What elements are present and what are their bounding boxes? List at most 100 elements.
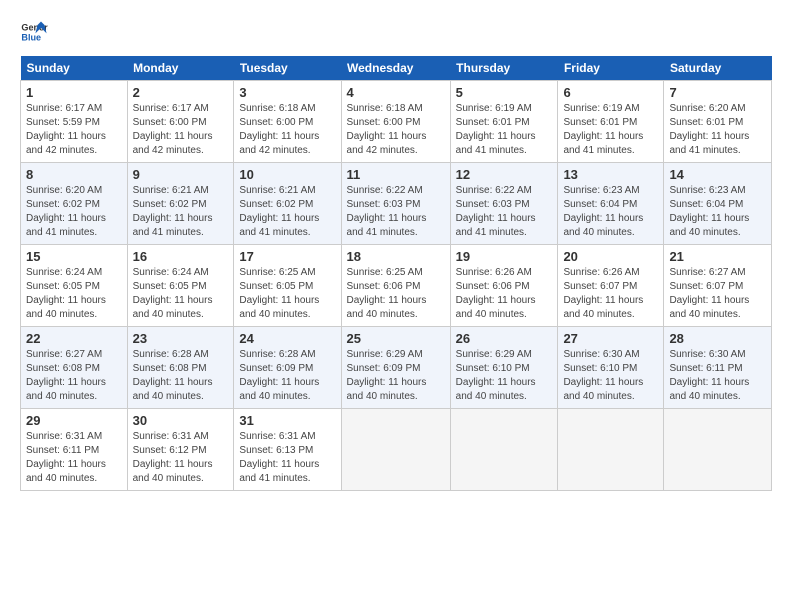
calendar-cell: 21 Sunrise: 6:27 AM Sunset: 6:07 PM Dayli… [664,245,772,327]
calendar-cell [341,409,450,491]
day-info: Sunrise: 6:21 AM Sunset: 6:02 PM Dayligh… [133,184,229,240]
calendar-cell: 16 Sunrise: 6:24 AM Sunset: 6:05 PM Dayli… [127,245,234,327]
day-number: 18 [347,249,445,264]
dow-monday: Monday [127,56,234,81]
day-info: Sunrise: 6:31 AM Sunset: 6:13 PM Dayligh… [239,430,335,486]
calendar-cell [558,409,664,491]
day-number: 11 [347,167,445,182]
day-number: 15 [26,249,122,264]
calendar-cell: 10 Sunrise: 6:21 AM Sunset: 6:02 PM Dayli… [234,163,341,245]
calendar-cell: 1 Sunrise: 6:17 AM Sunset: 5:59 PM Daylig… [21,81,128,163]
week-row-5: 29 Sunrise: 6:31 AM Sunset: 6:11 PM Dayli… [21,409,772,491]
day-info: Sunrise: 6:18 AM Sunset: 6:00 PM Dayligh… [239,102,335,158]
day-info: Sunrise: 6:21 AM Sunset: 6:02 PM Dayligh… [239,184,335,240]
day-info: Sunrise: 6:18 AM Sunset: 6:00 PM Dayligh… [347,102,445,158]
day-info: Sunrise: 6:31 AM Sunset: 6:11 PM Dayligh… [26,430,122,486]
calendar-cell: 23 Sunrise: 6:28 AM Sunset: 6:08 PM Dayli… [127,327,234,409]
dow-wednesday: Wednesday [341,56,450,81]
day-number: 26 [456,331,553,346]
calendar-table: SundayMondayTuesdayWednesdayThursdayFrid… [20,56,772,491]
day-number: 21 [669,249,766,264]
day-info: Sunrise: 6:17 AM Sunset: 5:59 PM Dayligh… [26,102,122,158]
day-info: Sunrise: 6:22 AM Sunset: 6:03 PM Dayligh… [347,184,445,240]
day-info: Sunrise: 6:29 AM Sunset: 6:09 PM Dayligh… [347,348,445,404]
week-row-1: 1 Sunrise: 6:17 AM Sunset: 5:59 PM Daylig… [21,81,772,163]
day-number: 25 [347,331,445,346]
dow-sunday: Sunday [21,56,128,81]
calendar-cell: 24Sunrise: 6:28 AM Sunset: 6:09 PM Dayli… [234,327,341,409]
calendar-cell: 18 Sunrise: 6:25 AM Sunset: 6:06 PM Dayli… [341,245,450,327]
day-number: 28 [669,331,766,346]
calendar-cell: 12 Sunrise: 6:22 AM Sunset: 6:03 PM Dayli… [450,163,558,245]
day-info: Sunrise: 6:19 AM Sunset: 6:01 PM Dayligh… [563,102,658,158]
day-info: Sunrise: 6:30 AM Sunset: 6:10 PM Dayligh… [563,348,658,404]
calendar-cell: 31 Sunrise: 6:31 AM Sunset: 6:13 PM Dayli… [234,409,341,491]
day-info: Sunrise: 6:24 AM Sunset: 6:05 PM Dayligh… [133,266,229,322]
day-number: 4 [347,85,445,100]
calendar-cell: 28 Sunrise: 6:30 AM Sunset: 6:11 PM Dayli… [664,327,772,409]
calendar-body: 1 Sunrise: 6:17 AM Sunset: 5:59 PM Daylig… [21,81,772,491]
day-info: Sunrise: 6:25 AM Sunset: 6:05 PM Dayligh… [239,266,335,322]
svg-text:Blue: Blue [21,32,41,42]
day-number: 20 [563,249,658,264]
calendar-cell: 14Sunrise: 6:23 AM Sunset: 6:04 PM Dayli… [664,163,772,245]
day-number: 23 [133,331,229,346]
header: General Blue [20,18,772,46]
day-info: Sunrise: 6:23 AM Sunset: 6:04 PM Dayligh… [669,184,766,240]
day-info: Sunrise: 6:29 AM Sunset: 6:10 PM Dayligh… [456,348,553,404]
day-info: Sunrise: 6:30 AM Sunset: 6:11 PM Dayligh… [669,348,766,404]
day-number: 8 [26,167,122,182]
calendar-cell: 11 Sunrise: 6:22 AM Sunset: 6:03 PM Dayli… [341,163,450,245]
calendar-cell: 9Sunrise: 6:21 AM Sunset: 6:02 PM Daylig… [127,163,234,245]
calendar-cell: 7Sunrise: 6:20 AM Sunset: 6:01 PM Daylig… [664,81,772,163]
day-number: 6 [563,85,658,100]
day-info: Sunrise: 6:26 AM Sunset: 6:07 PM Dayligh… [563,266,658,322]
day-info: Sunrise: 6:17 AM Sunset: 6:00 PM Dayligh… [133,102,229,158]
day-number: 17 [239,249,335,264]
calendar-cell: 13 Sunrise: 6:23 AM Sunset: 6:04 PM Dayli… [558,163,664,245]
calendar-cell: 20 Sunrise: 6:26 AM Sunset: 6:07 PM Dayli… [558,245,664,327]
day-number: 5 [456,85,553,100]
day-info: Sunrise: 6:24 AM Sunset: 6:05 PM Dayligh… [26,266,122,322]
day-number: 29 [26,413,122,428]
day-info: Sunrise: 6:26 AM Sunset: 6:06 PM Dayligh… [456,266,553,322]
calendar-cell: 3Sunrise: 6:18 AM Sunset: 6:00 PM Daylig… [234,81,341,163]
day-number: 16 [133,249,229,264]
day-info: Sunrise: 6:31 AM Sunset: 6:12 PM Dayligh… [133,430,229,486]
calendar-cell: 2Sunrise: 6:17 AM Sunset: 6:00 PM Daylig… [127,81,234,163]
days-of-week-header: SundayMondayTuesdayWednesdayThursdayFrid… [21,56,772,81]
calendar-cell [450,409,558,491]
day-number: 31 [239,413,335,428]
day-info: Sunrise: 6:28 AM Sunset: 6:08 PM Dayligh… [133,348,229,404]
week-row-4: 22Sunrise: 6:27 AM Sunset: 6:08 PM Dayli… [21,327,772,409]
day-number: 12 [456,167,553,182]
calendar-cell [664,409,772,491]
day-number: 10 [239,167,335,182]
day-info: Sunrise: 6:20 AM Sunset: 6:02 PM Dayligh… [26,184,122,240]
day-number: 27 [563,331,658,346]
day-number: 13 [563,167,658,182]
day-info: Sunrise: 6:23 AM Sunset: 6:04 PM Dayligh… [563,184,658,240]
day-info: Sunrise: 6:27 AM Sunset: 6:07 PM Dayligh… [669,266,766,322]
day-info: Sunrise: 6:19 AM Sunset: 6:01 PM Dayligh… [456,102,553,158]
calendar-cell: 26 Sunrise: 6:29 AM Sunset: 6:10 PM Dayli… [450,327,558,409]
calendar-cell: 4 Sunrise: 6:18 AM Sunset: 6:00 PM Daylig… [341,81,450,163]
day-info: Sunrise: 6:27 AM Sunset: 6:08 PM Dayligh… [26,348,122,404]
calendar-cell: 19Sunrise: 6:26 AM Sunset: 6:06 PM Dayli… [450,245,558,327]
calendar-page: General Blue SundayMondayTuesdayWednesda… [0,0,792,501]
calendar-cell: 29 Sunrise: 6:31 AM Sunset: 6:11 PM Dayli… [21,409,128,491]
week-row-3: 15 Sunrise: 6:24 AM Sunset: 6:05 PM Dayli… [21,245,772,327]
logo-icon: General Blue [20,18,48,46]
day-info: Sunrise: 6:28 AM Sunset: 6:09 PM Dayligh… [239,348,335,404]
calendar-cell: 15 Sunrise: 6:24 AM Sunset: 6:05 PM Dayli… [21,245,128,327]
dow-thursday: Thursday [450,56,558,81]
day-info: Sunrise: 6:22 AM Sunset: 6:03 PM Dayligh… [456,184,553,240]
dow-friday: Friday [558,56,664,81]
calendar-cell: 8 Sunrise: 6:20 AM Sunset: 6:02 PM Daylig… [21,163,128,245]
week-row-2: 8 Sunrise: 6:20 AM Sunset: 6:02 PM Daylig… [21,163,772,245]
calendar-cell: 22Sunrise: 6:27 AM Sunset: 6:08 PM Dayli… [21,327,128,409]
day-number: 1 [26,85,122,100]
calendar-cell: 17 Sunrise: 6:25 AM Sunset: 6:05 PM Dayli… [234,245,341,327]
day-info: Sunrise: 6:25 AM Sunset: 6:06 PM Dayligh… [347,266,445,322]
calendar-cell: 30Sunrise: 6:31 AM Sunset: 6:12 PM Dayli… [127,409,234,491]
